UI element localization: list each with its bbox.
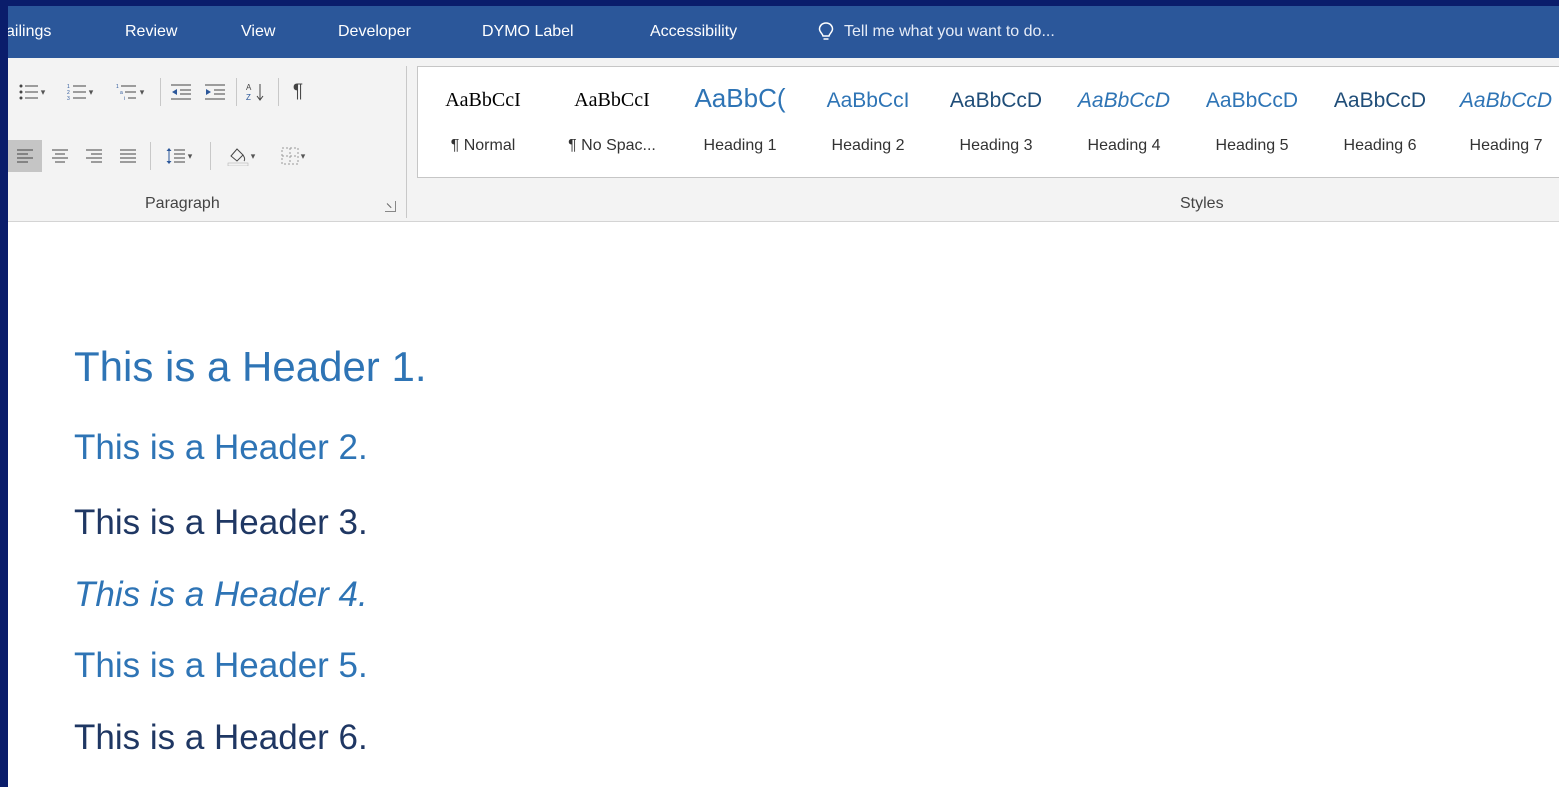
style-heading-3[interactable]: AaBbCcD Heading 3 (932, 67, 1060, 177)
numbering-icon: 123 (67, 83, 87, 101)
svg-text:Z: Z (246, 93, 251, 102)
increase-indent-icon (204, 83, 226, 101)
styles-group-label: Styles (1180, 195, 1224, 212)
align-left-icon (16, 148, 34, 164)
heading-1-line[interactable]: This is a Header 1. (74, 343, 427, 391)
style-heading-7[interactable]: AaBbCcD Heading 7 (1444, 67, 1559, 177)
separator (278, 78, 279, 106)
show-marks-icon: ¶ (292, 81, 304, 102)
decrease-indent-button[interactable] (165, 78, 197, 106)
separator (160, 78, 161, 106)
heading-3-line[interactable]: This is a Header 3. (74, 503, 368, 543)
separator (150, 142, 151, 170)
style-sample: AaBbCcI (445, 89, 521, 111)
svg-text:1: 1 (116, 84, 119, 90)
lightbulb-icon (818, 22, 834, 42)
tell-me-box[interactable]: Tell me what you want to do... (818, 22, 1055, 42)
style-no-spacing[interactable]: AaBbCcI ¶ No Spac... (548, 67, 676, 177)
show-marks-button[interactable]: ¶ (284, 78, 312, 106)
sort-icon: AZ (246, 82, 266, 102)
style-heading-6[interactable]: AaBbCcD Heading 6 (1316, 67, 1444, 177)
multilevel-list-icon: 1ai (116, 83, 138, 101)
justify-button[interactable] (112, 140, 144, 172)
tab-view[interactable]: View (241, 23, 275, 41)
styles-gallery: AaBbCcI ¶ Normal AaBbCcI ¶ No Spac... Aa… (417, 66, 1559, 178)
style-name: Heading 4 (1087, 137, 1161, 154)
shading-icon (227, 146, 249, 166)
borders-icon (281, 147, 299, 165)
style-name: Heading 2 (831, 137, 905, 154)
multilevel-list-button[interactable]: 1 a i ▾ (106, 78, 154, 106)
bullets-icon (19, 83, 39, 101)
style-name: Heading 1 (703, 137, 777, 154)
style-sample: AaBbCcD (1333, 89, 1427, 112)
word-window: ailings Review View Developer DYMO Label… (8, 6, 1559, 787)
svg-text:3: 3 (67, 96, 70, 101)
borders-button[interactable]: ▾ (270, 140, 316, 172)
bullets-button[interactable]: ▾ (10, 78, 54, 106)
style-sample: AaBbCcD (1459, 89, 1553, 112)
tab-accessibility[interactable]: Accessibility (650, 23, 737, 41)
style-sample: AaBbCcD (1205, 89, 1299, 112)
separator (236, 78, 237, 106)
ribbon-body: ▾ 1 2 3 ▾ 1 a i ▾ AZ ¶ ▾ ▾ ▾ Paragraph A… (8, 58, 1559, 222)
align-right-icon (85, 148, 103, 164)
group-separator (406, 66, 407, 218)
increase-indent-button[interactable] (199, 78, 231, 106)
tab-developer[interactable]: Developer (338, 23, 411, 41)
heading-6-line[interactable]: This is a Header 6. (74, 718, 368, 758)
decrease-indent-icon (170, 83, 192, 101)
heading-2-line[interactable]: This is a Header 2. (74, 428, 368, 468)
style-sample: AaBbCcI (826, 89, 910, 112)
tab-dymo-label[interactable]: DYMO Label (482, 23, 574, 41)
style-name: Heading 5 (1215, 137, 1289, 154)
style-name: ¶ No Spac... (568, 137, 656, 154)
style-name: Heading 3 (959, 137, 1033, 154)
style-heading-1[interactable]: AaBbC( Heading 1 (676, 67, 804, 177)
tell-me-text: Tell me what you want to do... (844, 23, 1055, 40)
tab-review[interactable]: Review (125, 23, 177, 41)
style-heading-2[interactable]: AaBbCcI Heading 2 (804, 67, 932, 177)
style-sample: AaBbCcD (1077, 89, 1171, 112)
separator (210, 142, 211, 170)
document-page[interactable]: This is a Header 1. This is a Header 2. … (8, 223, 1559, 787)
style-sample: AaBbCcI (574, 89, 650, 111)
line-spacing-button[interactable]: ▾ (155, 140, 203, 172)
style-sample: AaBbCcD (949, 89, 1043, 112)
style-name: Heading 6 (1343, 137, 1417, 154)
paragraph-dialog-launcher[interactable] (385, 201, 396, 212)
ribbon-tab-bar: ailings Review View Developer DYMO Label… (8, 6, 1559, 58)
heading-4-line[interactable]: This is a Header 4. (74, 575, 368, 615)
style-name: Heading 7 (1469, 137, 1543, 154)
svg-text:A: A (246, 83, 252, 92)
justify-icon (119, 148, 137, 164)
align-right-button[interactable] (78, 140, 110, 172)
numbering-button[interactable]: 1 2 3 ▾ (58, 78, 102, 106)
sort-button[interactable]: AZ (241, 78, 271, 106)
style-sample: AaBbC( (694, 83, 786, 113)
shading-button[interactable]: ▾ (216, 140, 266, 172)
style-heading-5[interactable]: AaBbCcD Heading 5 (1188, 67, 1316, 177)
svg-text:i: i (124, 96, 125, 101)
heading-5-line[interactable]: This is a Header 5. (74, 646, 368, 686)
tab-mailings[interactable]: ailings (8, 23, 51, 41)
paragraph-group-label: Paragraph (145, 195, 220, 212)
align-center-button[interactable] (44, 140, 76, 172)
style-heading-4[interactable]: AaBbCcD Heading 4 (1060, 67, 1188, 177)
align-center-icon (51, 148, 69, 164)
line-spacing-icon (166, 147, 186, 165)
style-normal[interactable]: AaBbCcI ¶ Normal (418, 67, 548, 177)
align-left-button[interactable] (8, 140, 42, 172)
style-name: ¶ Normal (450, 137, 516, 154)
svg-text:a: a (120, 90, 123, 96)
